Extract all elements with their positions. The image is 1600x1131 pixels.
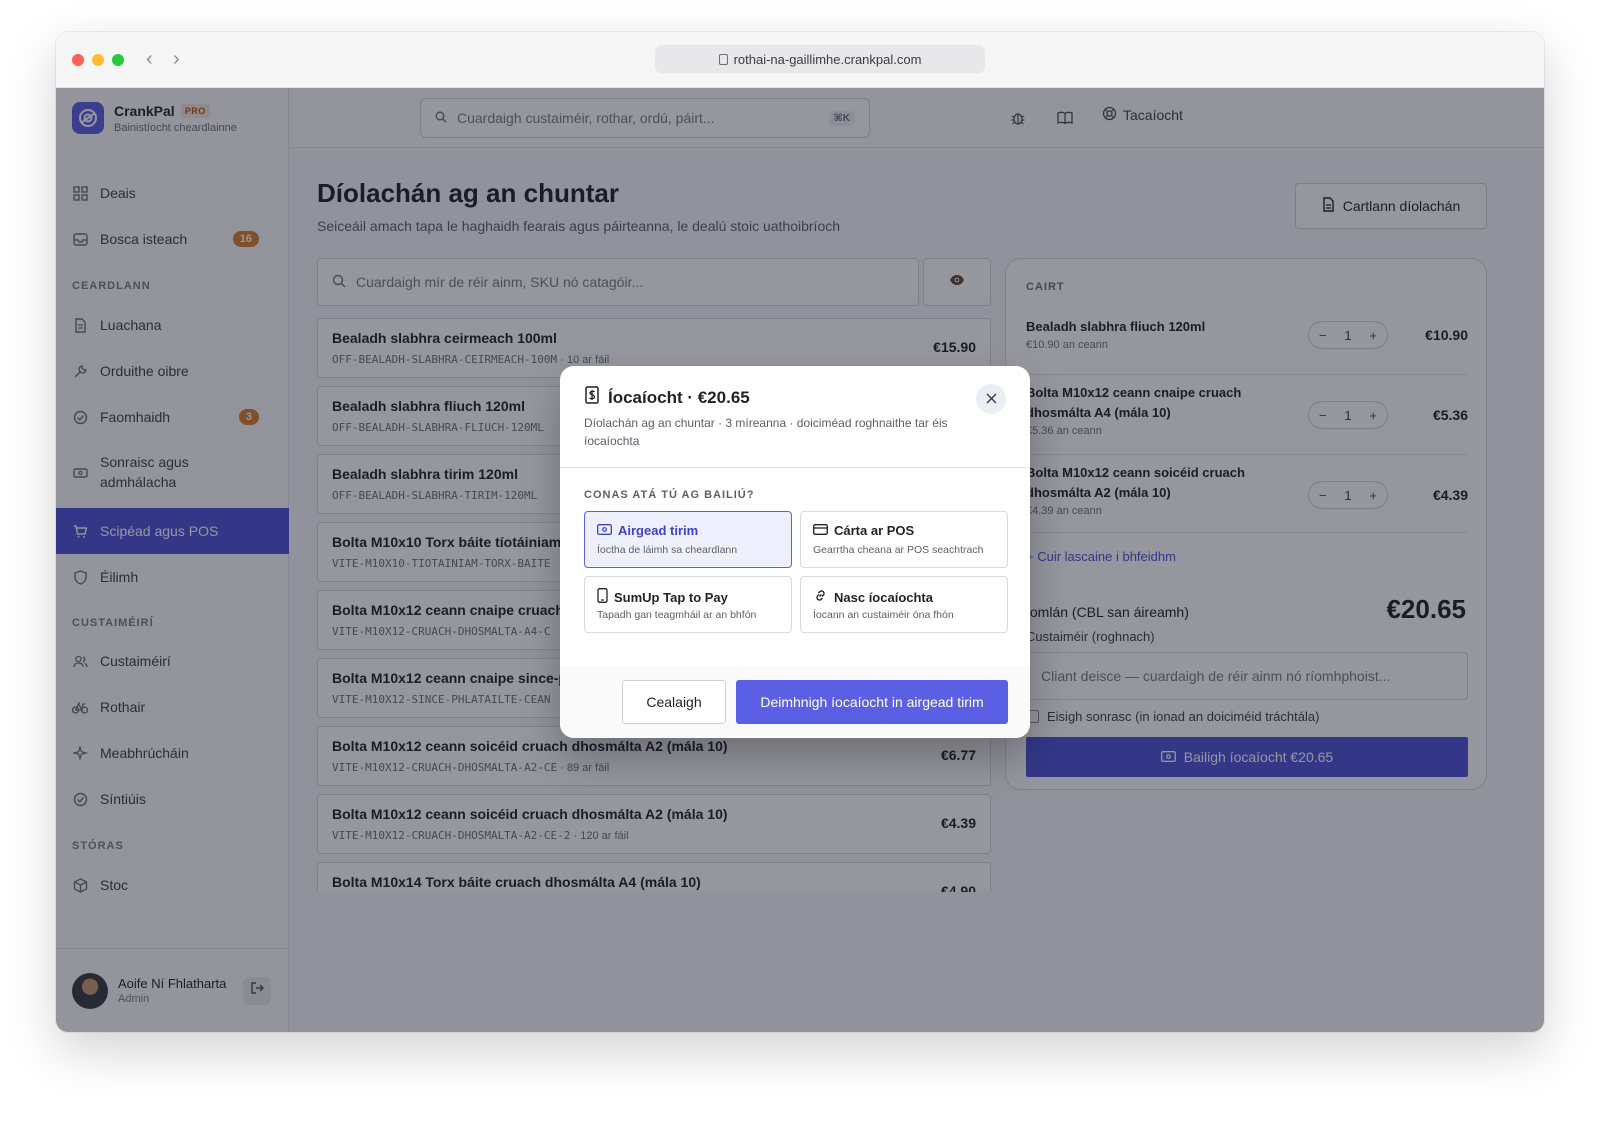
payment-option-tap-to-pay[interactable]: SumUp Tap to Pay Tapadh gan teagmháil ar… [584,576,792,633]
page-icon [718,53,728,65]
modal-title: Íocaíocht · €20.65 [608,387,750,407]
modal-subtitle: Díolachán ag an chuntar · 3 míreanna · d… [584,416,948,448]
payment-modal: Íocaíocht · €20.65 Díolachán ag an chunt… [560,366,1030,738]
url-text: rothai-na-gaillimhe.crankpal.com [733,51,922,67]
payment-option-title: Airgead tirim [618,523,699,538]
payment-option-desc: Íoctha de láimh sa cheardlann [597,544,738,556]
confirm-cash-payment-button[interactable]: Deimhnigh íocaíocht in airgead tirim [736,680,1008,724]
cancel-button[interactable]: Cealaigh [622,680,726,724]
modal-title-row: Íocaíocht · €20.65 [584,386,750,409]
payment-option-title: Nasc íocaíochta [834,589,933,605]
modal-footer: Cealaigh Deimhnigh íocaíocht in airgead … [560,666,1030,738]
payment-method-question: CONAS ATÁ TÚ AG BAILIÚ? [584,489,755,501]
payment-option-desc: Íocann an custaiméir óna fhón [813,609,954,621]
forward-arrow-icon[interactable]: › [173,47,180,71]
card-icon [813,523,828,538]
address-bar[interactable]: rothai-na-gaillimhe.crankpal.com [655,45,985,73]
close-icon [985,391,997,407]
payment-option-desc: Gearrtha cheana ar POS seachtrach [813,544,984,556]
close-modal-button[interactable] [976,384,1006,414]
close-window-button[interactable] [72,54,84,66]
payment-option-desc: Tapadh gan teagmháil ar an bhfón [597,609,757,621]
minimize-window-button[interactable] [92,54,104,66]
cash-icon [597,523,612,538]
back-arrow-icon[interactable]: ‹ [146,47,153,71]
phone-icon [597,588,608,606]
payment-option-title: Cárta ar POS [834,523,915,538]
payment-option-link[interactable]: Nasc íocaíochta Íocann an custaiméir óna… [800,576,1008,633]
payment-option-cash[interactable]: Airgead tirim Íoctha de láimh sa cheardl… [584,511,792,568]
link-icon [813,588,828,606]
maximize-window-button[interactable] [112,54,124,66]
receipt-icon [584,386,600,409]
payment-option-card[interactable]: Cárta ar POS Gearrtha cheana ar POS seac… [800,511,1008,568]
modal-divider [560,467,1030,468]
browser-window: ‹ › rothai-na-gaillimhe.crankpal.com Cra… [56,32,1544,1032]
browser-chrome: ‹ › rothai-na-gaillimhe.crankpal.com [56,32,1544,88]
payment-option-title: SumUp Tap to Pay [614,589,728,605]
